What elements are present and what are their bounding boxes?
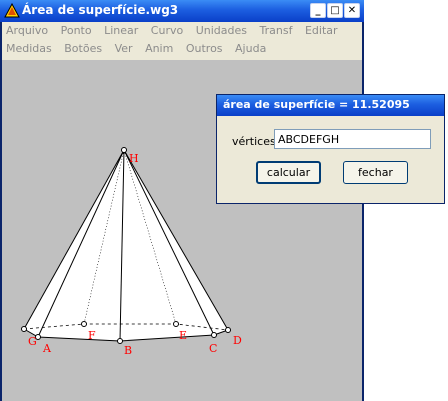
vertex-h[interactable] xyxy=(121,147,127,153)
menu-botoes[interactable]: Botões xyxy=(64,42,102,55)
close-button[interactable]: ✕ xyxy=(344,3,360,18)
maximize-button[interactable]: □ xyxy=(327,3,343,18)
vertex-c[interactable] xyxy=(211,332,217,338)
vertex-e[interactable] xyxy=(173,321,179,327)
menu-arquivo[interactable]: Arquivo xyxy=(6,24,48,37)
menu-ponto[interactable]: Ponto xyxy=(61,24,92,37)
vertex-b[interactable] xyxy=(117,338,123,344)
menu-curvo[interactable]: Curvo xyxy=(151,24,183,37)
dialog-title-bar[interactable]: área de superfície = 11.52095 xyxy=(217,95,444,116)
title-bar[interactable]: Área de superfície.wg3 _ □ ✕ xyxy=(0,0,364,22)
label-g: G xyxy=(28,335,37,348)
window-title: Área de superfície.wg3 xyxy=(22,3,179,17)
menu-editar[interactable]: Editar xyxy=(305,24,338,37)
menu-unidades[interactable]: Unidades xyxy=(196,24,247,37)
menu-ajuda[interactable]: Ajuda xyxy=(235,42,266,55)
label-a: A xyxy=(42,342,52,355)
label-e: E xyxy=(179,329,187,342)
label-b: B xyxy=(124,344,132,357)
menu-row-2: Medidas Botões Ver Anim Outros Ajuda xyxy=(6,42,275,60)
label-f: F xyxy=(88,329,96,342)
menu-medidas[interactable]: Medidas xyxy=(6,42,52,55)
menu-anim[interactable]: Anim xyxy=(145,42,173,55)
vertex-d[interactable] xyxy=(225,327,231,333)
menu-transf[interactable]: Transf xyxy=(260,24,293,37)
pyramid-faces xyxy=(24,150,228,341)
vertices-input[interactable] xyxy=(274,129,431,149)
vertices-label: vértices xyxy=(232,135,276,148)
surface-area-dialog: área de superfície = 11.52095 vértices c… xyxy=(216,94,445,204)
menu-linear[interactable]: Linear xyxy=(104,24,138,37)
calculate-button[interactable]: calcular xyxy=(256,161,321,184)
label-c: C xyxy=(209,342,217,355)
menu-bar: Arquivo Ponto Linear Curvo Unidades Tran… xyxy=(2,22,362,60)
vertex-f[interactable] xyxy=(81,321,87,327)
label-h: H xyxy=(129,152,139,165)
menu-row-1: Arquivo Ponto Linear Curvo Unidades Tran… xyxy=(6,24,347,42)
menu-outros[interactable]: Outros xyxy=(186,42,223,55)
minimize-button[interactable]: _ xyxy=(310,3,326,18)
dialog-title: área de superfície = 11.52095 xyxy=(223,98,410,111)
close-dialog-button[interactable]: fechar xyxy=(343,161,408,184)
vertex-g[interactable] xyxy=(21,326,27,332)
menu-ver[interactable]: Ver xyxy=(115,42,133,55)
app-icon xyxy=(4,3,20,18)
label-d: D xyxy=(233,334,242,347)
